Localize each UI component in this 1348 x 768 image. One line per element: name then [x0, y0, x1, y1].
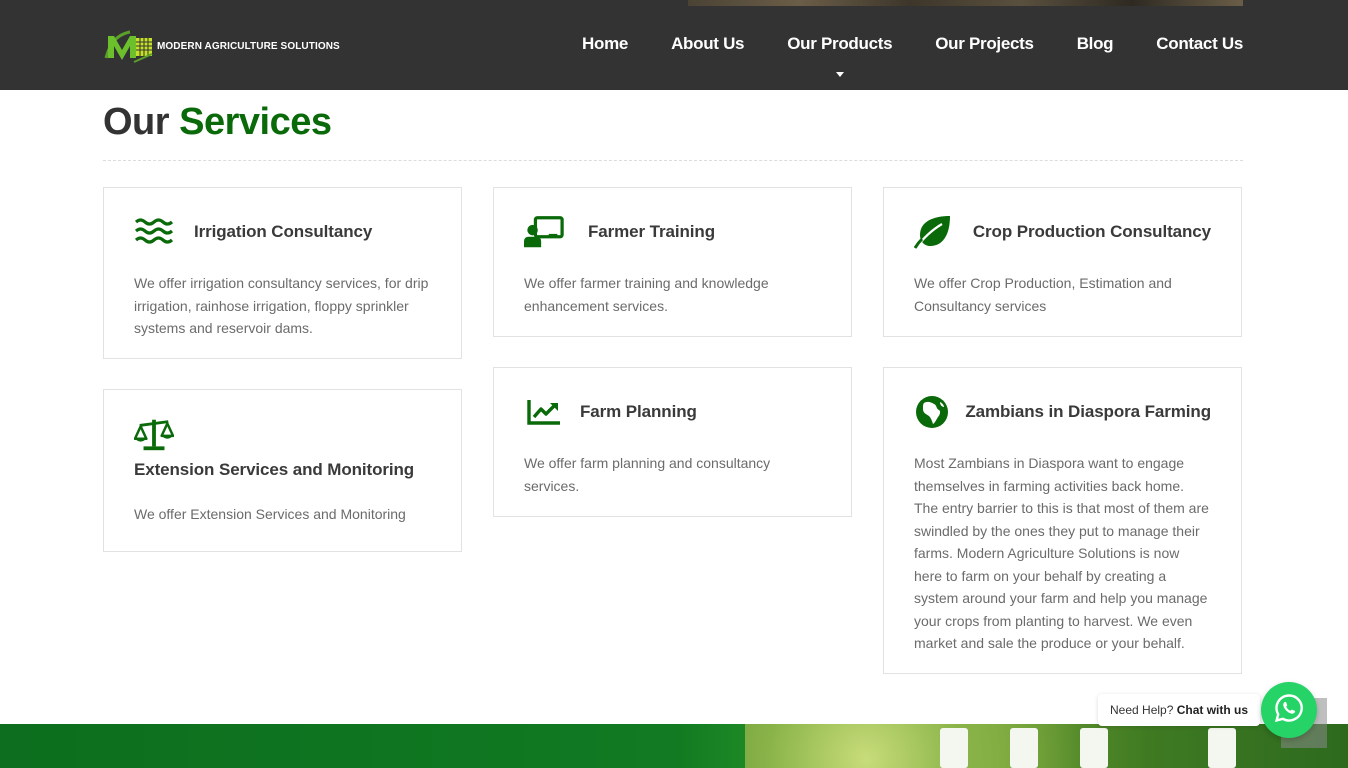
product-badge-icon — [1080, 728, 1108, 768]
leaf-icon — [914, 212, 953, 252]
service-description: Most Zambians in Diaspora want to engage… — [914, 455, 1209, 651]
service-card-diaspora-farming: Zambians in Diaspora Farming Most Zambia… — [883, 367, 1242, 674]
nav-blog[interactable]: Blog — [1077, 34, 1114, 54]
service-description: We offer farmer training and knowledge e… — [524, 275, 769, 314]
service-title: Extension Services and Monitoring — [134, 460, 415, 479]
balance-scale-icon — [134, 414, 174, 454]
nav-contact-us[interactable]: Contact Us — [1156, 34, 1243, 54]
header-hero-strip — [688, 0, 1243, 6]
chat-prompt[interactable]: Need Help? Chat with us — [1098, 694, 1261, 726]
section-divider — [103, 160, 1243, 161]
chat-prompt-prefix: Need Help? — [1110, 703, 1174, 717]
globe-africa-icon — [914, 392, 950, 432]
section-title-accent: Services — [179, 101, 332, 143]
nav-our-products[interactable]: Our Products — [787, 34, 893, 77]
site-logo[interactable]: MODERN AGRICULTURE SOLUTIONS — [104, 28, 340, 64]
water-waves-icon — [134, 212, 174, 252]
whatsapp-chat-button[interactable] — [1261, 682, 1317, 738]
chart-line-icon — [524, 392, 564, 432]
service-description: We offer farm planning and consultancy s… — [524, 455, 771, 494]
service-card-crop-production: Crop Production Consultancy We offer Cro… — [883, 187, 1242, 337]
product-banner-image — [745, 724, 1348, 768]
service-title: Zambians in Diaspora Farming — [965, 402, 1211, 421]
section-title-plain: Our — [103, 101, 170, 143]
nav-our-products-label: Our Products — [787, 34, 893, 53]
service-card-irrigation: Irrigation Consultancy We offer irrigati… — [103, 187, 462, 359]
main-nav: Home About Us Our Products Our Projects … — [582, 34, 1243, 77]
mas-logo-icon — [104, 28, 154, 64]
service-description: We offer Extension Services and Monitori… — [134, 506, 406, 522]
product-badge-icon — [1208, 728, 1236, 768]
section-title: Our Services — [103, 101, 332, 144]
service-title: Farm Planning — [580, 402, 697, 421]
service-title: Irrigation Consultancy — [194, 222, 373, 241]
brand-name: MODERN AGRICULTURE SOLUTIONS — [157, 40, 340, 52]
service-card-farmer-training: Farmer Training We offer farmer training… — [493, 187, 852, 337]
service-card-farm-planning: Farm Planning We offer farm planning and… — [493, 367, 852, 517]
nav-our-projects[interactable]: Our Projects — [935, 34, 1034, 54]
site-header: MODERN AGRICULTURE SOLUTIONS Home About … — [0, 0, 1348, 90]
service-description: We offer Crop Production, Estimation and… — [914, 275, 1172, 314]
nav-home[interactable]: Home — [582, 34, 628, 54]
chat-prompt-emphasis: Chat with us — [1176, 703, 1249, 717]
service-card-extension-services: Extension Services and Monitoring We off… — [103, 389, 462, 552]
nav-about-us[interactable]: About Us — [671, 34, 744, 54]
service-title: Farmer Training — [588, 222, 715, 241]
service-title: Crop Production Consultancy — [972, 222, 1211, 241]
whatsapp-icon — [1274, 693, 1304, 728]
product-badge-icon — [1010, 728, 1038, 768]
product-badge-icon — [940, 728, 968, 768]
caret-down-icon — [835, 72, 844, 77]
chalkboard-teacher-icon — [524, 212, 564, 252]
service-description: We offer irrigation consultancy services… — [134, 275, 429, 336]
